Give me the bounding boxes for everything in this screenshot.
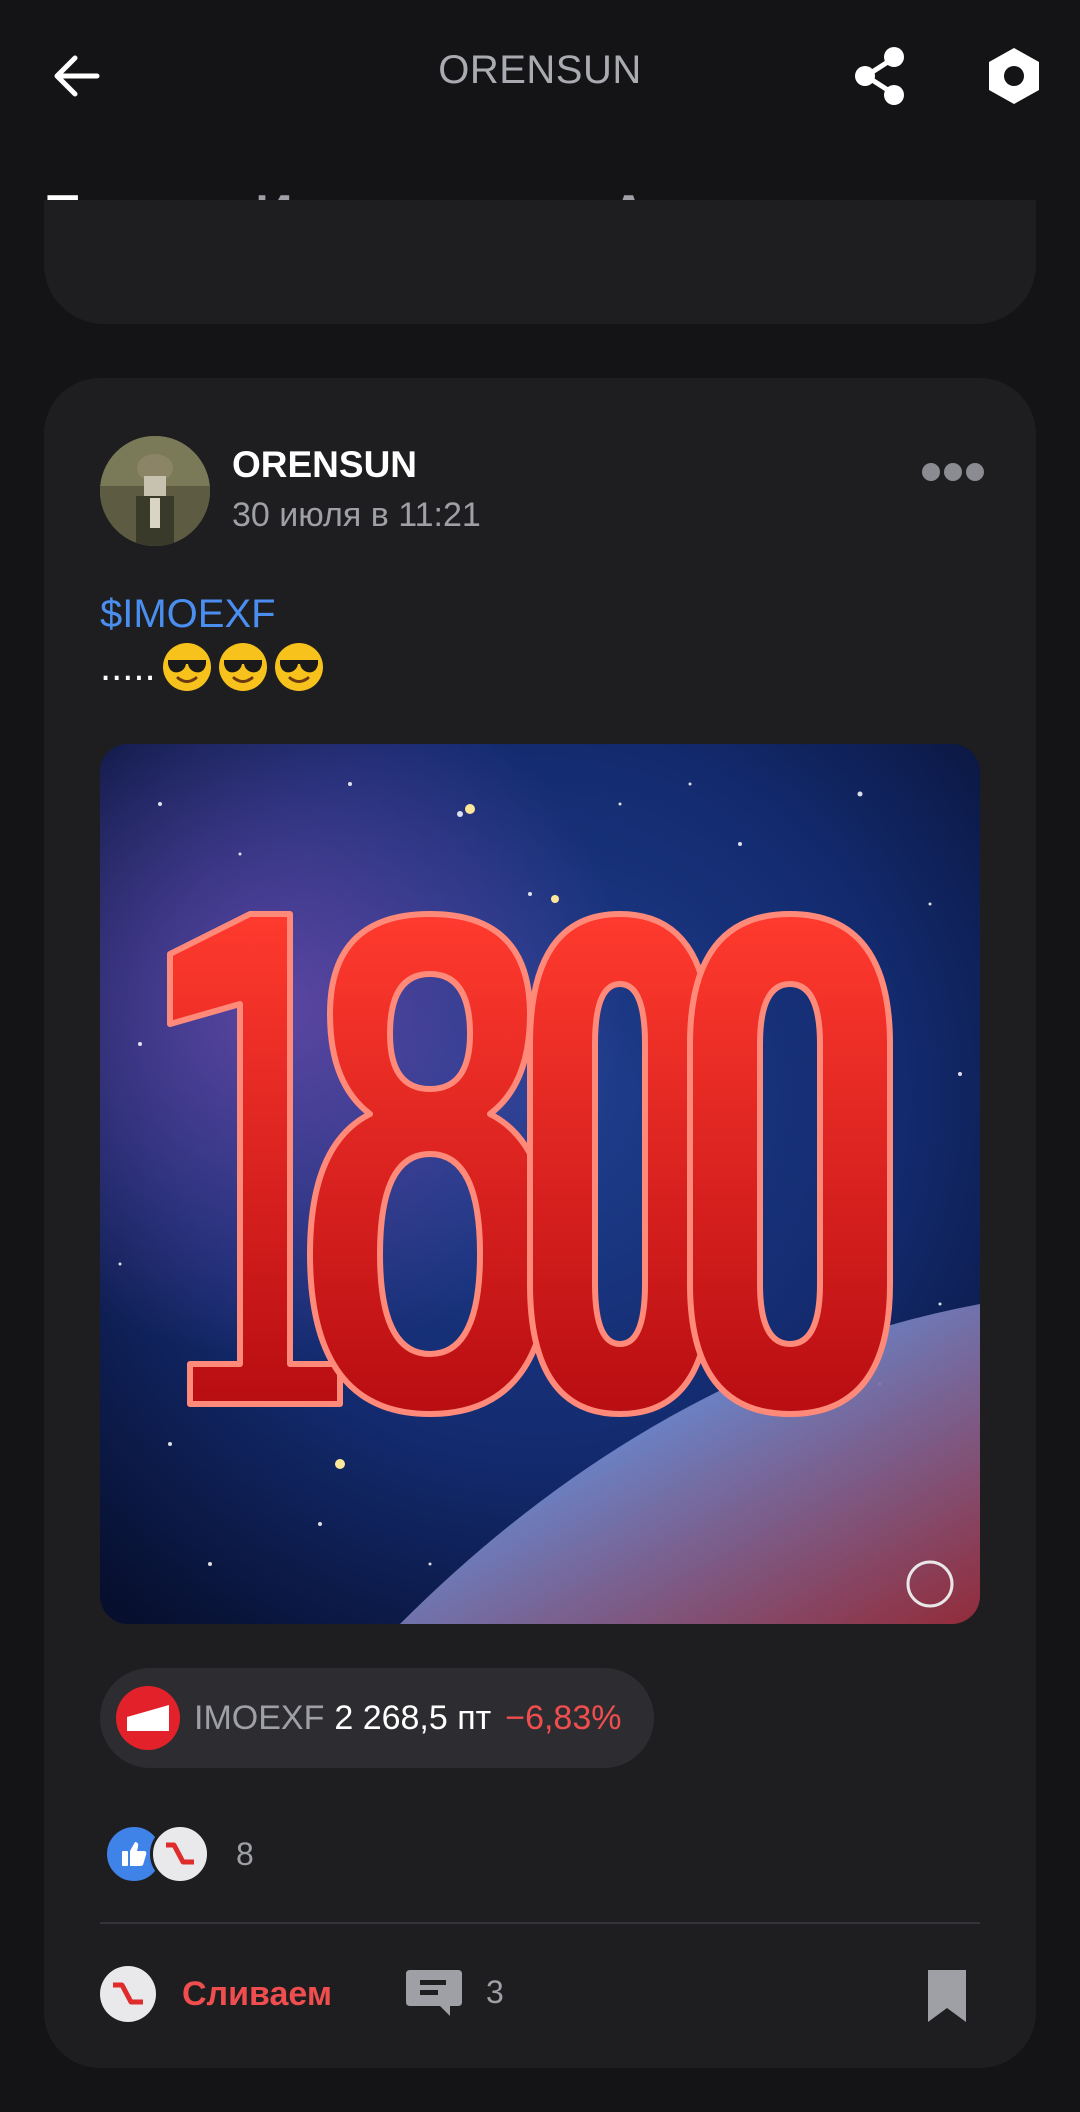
- reactions-count: 8: [236, 1835, 254, 1872]
- sell-reaction-icon: [150, 1824, 210, 1884]
- avatar[interactable]: [100, 436, 210, 546]
- dot-icon: [922, 463, 940, 481]
- comments-button[interactable]: 3: [404, 1966, 504, 2018]
- post-image[interactable]: [100, 744, 980, 1624]
- sunglasses-emoji-icon: [274, 643, 323, 691]
- more-options-button[interactable]: [912, 452, 984, 492]
- previous-post-card: [44, 200, 1036, 324]
- post-author[interactable]: ORENSUN: [232, 444, 417, 486]
- hexagon-settings-icon: [989, 48, 1039, 104]
- bookmark-icon: [928, 1970, 966, 2022]
- sunglasses-emoji-icon: [218, 643, 267, 691]
- dot-icon: [944, 463, 962, 481]
- reactions[interactable]: 8: [104, 1824, 254, 1884]
- divider: [100, 1922, 980, 1924]
- comments-count: 3: [486, 1973, 504, 2010]
- quote-change: −6,83%: [505, 1698, 622, 1737]
- comment-icon: [406, 1970, 462, 2016]
- post-card: ORENSUN 30 июля в 11:21 $IMOEXF ..... IM…: [44, 378, 1036, 2068]
- quote-ticker: IMOEXF: [194, 1698, 325, 1737]
- post-text-body: .....: [100, 644, 156, 689]
- dot-icon: [966, 463, 984, 481]
- sell-reaction-label: Сливаем: [182, 1974, 333, 2013]
- share-icon: [855, 47, 904, 105]
- bookmark-button[interactable]: [924, 1968, 970, 2024]
- trend-down-icon: [100, 1966, 156, 2022]
- ticker-link[interactable]: $IMOEXF: [100, 592, 276, 637]
- settings-button[interactable]: [980, 42, 1048, 110]
- post-actions: Сливаем 3: [100, 1958, 980, 2038]
- quote-price: 2 268,5 пт: [334, 1698, 492, 1737]
- page-title: ORENSUN: [438, 48, 642, 92]
- sell-reaction-button[interactable]: Сливаем: [100, 1966, 332, 2022]
- share-button[interactable]: [848, 42, 912, 110]
- post-text: .....: [100, 642, 324, 692]
- post-date: 30 июля в 11:21: [232, 496, 481, 534]
- sunglasses-emoji-icon: [162, 643, 211, 691]
- imoexf-logo-icon: [116, 1686, 180, 1750]
- app-bar: ORENSUN: [0, 0, 1080, 150]
- instrument-quote-chip[interactable]: IMOEXF 2 268,5 пт −6,83%: [100, 1668, 654, 1768]
